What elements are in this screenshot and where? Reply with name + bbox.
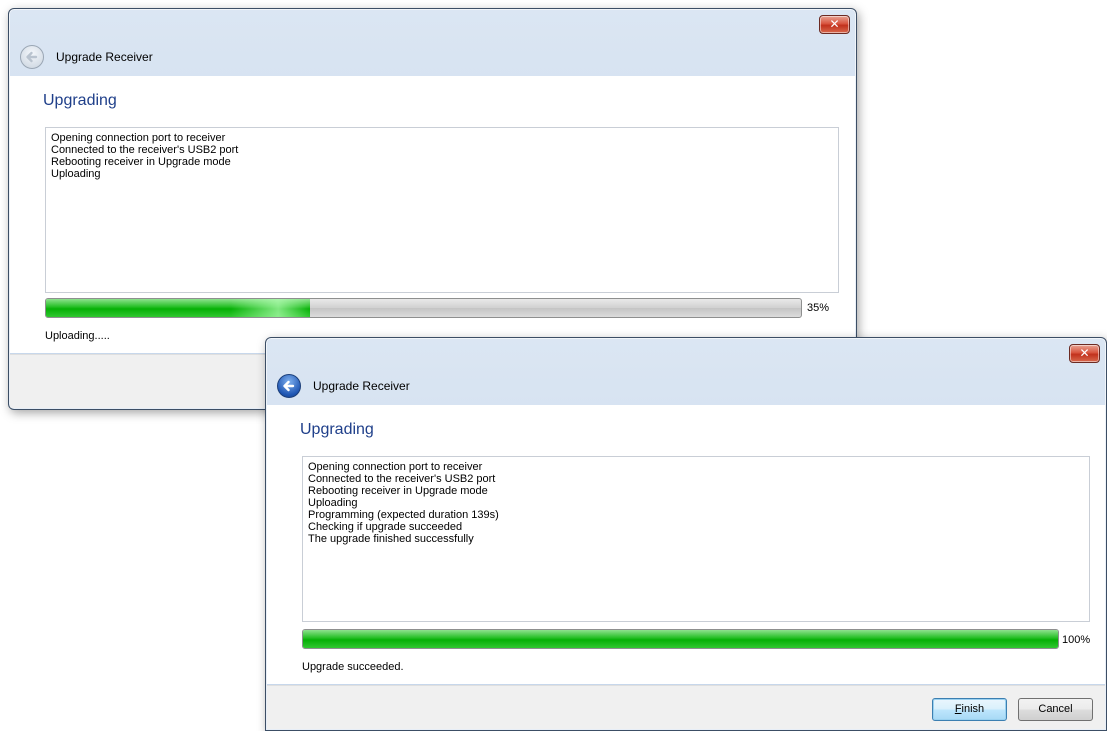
back-arrow-icon (26, 51, 38, 63)
back-button (20, 45, 44, 69)
log-line: Uploading (51, 168, 101, 180)
progress-fill (46, 299, 311, 317)
log-line: Rebooting receiver in Upgrade mode (51, 156, 231, 168)
close-icon: ✕ (829, 17, 840, 31)
log-line: Checking if upgrade succeeded (308, 521, 463, 533)
log-line: Connected to the receiver's USB2 port (308, 473, 496, 485)
status-text: Upgrade succeeded. (302, 661, 404, 673)
progress-percent: 100% (1062, 634, 1091, 646)
log-box: Opening connection port to receiver Conn… (302, 456, 1090, 622)
finish-mnemonic: F (954, 703, 962, 715)
log-box: Opening connection port to receiver Conn… (45, 127, 839, 293)
button-bar: Finish Cancel (267, 685, 1105, 729)
page-heading: Upgrading (300, 421, 374, 438)
log-line: Uploading (308, 497, 358, 509)
cancel-button[interactable]: Cancel (1018, 698, 1093, 721)
log-line: Connected to the receiver's USB2 port (51, 144, 239, 156)
log-line: Opening connection port to receiver (308, 461, 483, 473)
progress-fill (303, 630, 1058, 648)
log-line: Rebooting receiver in Upgrade mode (308, 485, 488, 497)
progress-percent: 35% (807, 302, 830, 314)
content-area: Upgrading Opening connection port to rec… (10, 76, 855, 353)
upgrade-receiver-window-foreground: ✕ Upgrade Receiver Upgrading Opening con… (265, 337, 1107, 731)
window-title: Upgrade Receiver (313, 379, 410, 393)
content-area: Upgrading Opening connection port to rec… (267, 405, 1105, 684)
finish-label: inish (961, 703, 985, 715)
log-line: Programming (expected duration 139s) (308, 509, 499, 521)
window-title: Upgrade Receiver (56, 50, 153, 64)
status-text: Uploading..... (45, 330, 110, 342)
page-heading: Upgrading (43, 92, 117, 109)
log-line: The upgrade finished successfully (308, 533, 474, 545)
back-arrow-icon (283, 380, 295, 392)
finish-button[interactable]: Finish (932, 698, 1007, 721)
progress-bar (302, 629, 1059, 649)
back-button[interactable] (277, 374, 301, 398)
close-icon: ✕ (1079, 346, 1090, 360)
progress-bar (45, 298, 802, 318)
close-button[interactable]: ✕ (1069, 344, 1100, 363)
log-line: Opening connection port to receiver (51, 132, 226, 144)
close-button[interactable]: ✕ (819, 15, 850, 34)
